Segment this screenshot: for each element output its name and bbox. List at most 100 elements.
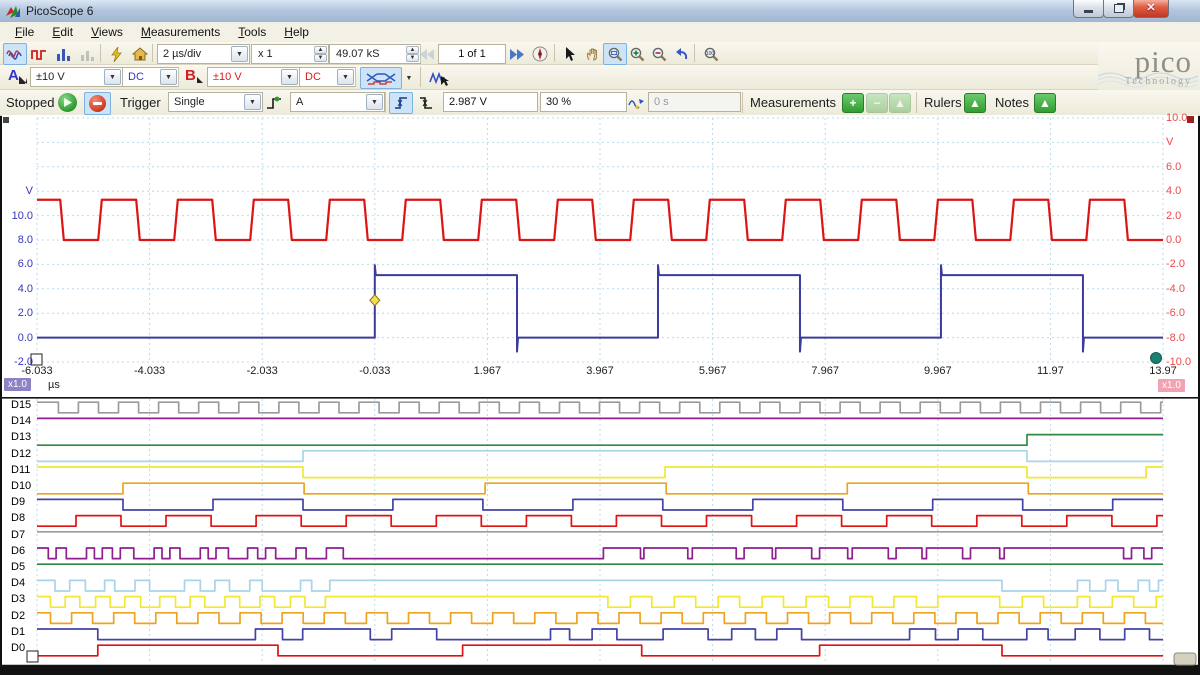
channel-b-range-select[interactable]: ±10 V ▼ <box>207 67 300 87</box>
channel-a-range-select[interactable]: ±10 V ▼ <box>30 67 123 87</box>
buffer-indicator: 1 of 1 <box>438 44 506 64</box>
menu-tools[interactable]: Tools <box>229 23 275 41</box>
home-button[interactable] <box>128 43 152 65</box>
chevron-down-icon[interactable]: ▼ <box>337 69 354 85</box>
channel-a-range-value: ±10 V <box>36 71 65 83</box>
chevron-down-icon[interactable]: ▼ <box>231 46 248 62</box>
falling-edge-button[interactable] <box>414 92 438 114</box>
window-title: PicoScope 6 <box>26 4 93 18</box>
chevron-down-icon[interactable]: ▼ <box>366 94 383 110</box>
title-bar: PicoScope 6 ✕ <box>0 0 1200 23</box>
channel-a-handle-icon[interactable] <box>19 76 27 84</box>
trigger-label: Trigger <box>120 95 161 110</box>
digital-plot[interactable] <box>0 397 1200 667</box>
channel-a-coupling-select[interactable]: DC ▼ <box>122 67 179 87</box>
trigger-mode-value: Single <box>174 96 205 108</box>
x-scale-badge-left[interactable]: x1.0 <box>4 378 31 391</box>
channel-b-handle-icon[interactable] <box>196 76 204 84</box>
timebase-select[interactable]: 2 µs/div ▼ <box>157 44 250 64</box>
chevron-down-icon[interactable]: ▼ <box>104 69 121 85</box>
logo-brand: pico <box>1135 44 1192 80</box>
menu-edit[interactable]: Edit <box>43 23 82 41</box>
buffer-navigator-button[interactable] <box>528 43 552 65</box>
auto-setup-button[interactable] <box>104 43 128 65</box>
horizontal-zoom-stepper[interactable]: x 1 ▲▼ <box>251 44 329 64</box>
pico-logo: pico Technology <box>1098 42 1200 90</box>
add-measurement-button[interactable]: + <box>842 93 864 113</box>
remove-measurement-button[interactable]: − <box>866 93 888 113</box>
channel-b-coupling-select[interactable]: DC ▼ <box>299 67 356 87</box>
buffer-previous-button[interactable] <box>416 43 438 65</box>
buffer-value: 1 of 1 <box>458 48 486 60</box>
right-axis-offset-marker[interactable] <box>1151 353 1162 364</box>
measurements-label: Measurements <box>750 95 836 110</box>
chevron-down-icon[interactable]: ▼ <box>160 69 177 85</box>
logo-subtitle: Technology <box>1125 76 1192 87</box>
start-button[interactable] <box>58 93 77 112</box>
trigger-source-value: A <box>296 96 303 108</box>
right-axis-top-marker[interactable] <box>1187 116 1194 123</box>
capture-status: Stopped <box>6 95 54 110</box>
chevron-down-icon[interactable]: ▼ <box>244 94 261 110</box>
panel-corner-handle[interactable] <box>3 117 9 123</box>
left-axis-offset-handle[interactable] <box>31 354 42 365</box>
menu-measurements[interactable]: Measurements <box>132 23 229 41</box>
scope-view-button[interactable] <box>3 43 27 65</box>
analog-scope-panel: V10.08.06.04.02.00.0-2.010.0V6.04.02.00.… <box>0 115 1200 397</box>
menu-bar: FileEditViewsMeasurementsToolsHelp <box>0 22 1200 43</box>
stop-button[interactable] <box>84 92 111 115</box>
digital-channels-dropdown[interactable]: ▼ <box>401 67 417 89</box>
stepper-arrows[interactable]: ▲▼ <box>314 46 327 62</box>
pre-trigger-value: 30 % <box>546 96 571 108</box>
minimize-button[interactable] <box>1073 0 1104 18</box>
persistence-view-button[interactable] <box>27 43 51 65</box>
horizontal-zoom-value: x 1 <box>258 48 273 60</box>
x-scale-badge-right[interactable]: x1.0 <box>1158 379 1185 392</box>
chevron-down-icon[interactable]: ▼ <box>281 69 298 85</box>
pre-trigger-input[interactable]: 30 % <box>540 92 627 112</box>
hand-tool-button[interactable] <box>581 43 605 65</box>
digital-offset-handle[interactable] <box>27 651 38 662</box>
spectrum-view-button[interactable] <box>51 43 75 65</box>
zoom-in-tool-button[interactable] <box>625 43 649 65</box>
normal-selection-tool-button[interactable] <box>559 43 583 65</box>
menu-views[interactable]: Views <box>82 23 132 41</box>
notes-button[interactable]: ▲ <box>1034 93 1056 113</box>
rulers-button[interactable]: ▲ <box>964 93 986 113</box>
close-button[interactable]: ✕ <box>1133 0 1169 18</box>
zoom-full-button[interactable]: 100 <box>699 43 723 65</box>
post-trigger-delay-button[interactable] <box>624 92 648 114</box>
trigger-delay-input[interactable]: 0 s <box>648 92 741 112</box>
window-bottom-edge <box>0 667 1200 675</box>
trigger-level-input[interactable]: 2.987 V <box>443 92 538 112</box>
edge-trigger-type-button[interactable] <box>262 92 286 114</box>
analog-plot[interactable] <box>0 115 1200 397</box>
digital-corner-handle[interactable] <box>1174 653 1196 665</box>
windowed-zoom-tool-button[interactable] <box>603 43 627 65</box>
signal-generator-button[interactable] <box>425 67 453 89</box>
menu-help[interactable]: Help <box>275 23 318 41</box>
zoom-out-tool-button[interactable] <box>647 43 671 65</box>
xy-view-button[interactable] <box>75 43 99 65</box>
samples-stepper[interactable]: 49.07 kS ▲▼ <box>329 44 421 64</box>
samples-value: 49.07 kS <box>336 48 379 60</box>
trigger-source-select[interactable]: A ▼ <box>290 92 385 112</box>
buffer-next-button[interactable] <box>506 43 528 65</box>
edit-measurement-button[interactable]: ▲ <box>889 93 911 113</box>
channel-a-coupling-value: DC <box>128 71 144 83</box>
notes-label: Notes <box>995 95 1029 110</box>
rulers-label: Rulers <box>924 95 962 110</box>
app-icon <box>5 3 21 19</box>
timebase-value: 2 µs/div <box>163 48 201 60</box>
channel-b-label: B <box>185 67 196 84</box>
undo-zoom-button[interactable] <box>669 43 693 65</box>
menu-file[interactable]: File <box>6 23 43 41</box>
restore-button[interactable] <box>1103 0 1134 18</box>
rising-edge-button[interactable] <box>389 92 413 114</box>
x-axis-unit: µs <box>48 379 60 391</box>
trigger-mode-select[interactable]: Single ▼ <box>168 92 263 112</box>
svg-text:100: 100 <box>705 51 714 57</box>
digital-channels-button[interactable] <box>360 67 402 89</box>
channel-a-label: A <box>8 67 19 84</box>
trigger-delay-value: 0 s <box>654 96 669 108</box>
